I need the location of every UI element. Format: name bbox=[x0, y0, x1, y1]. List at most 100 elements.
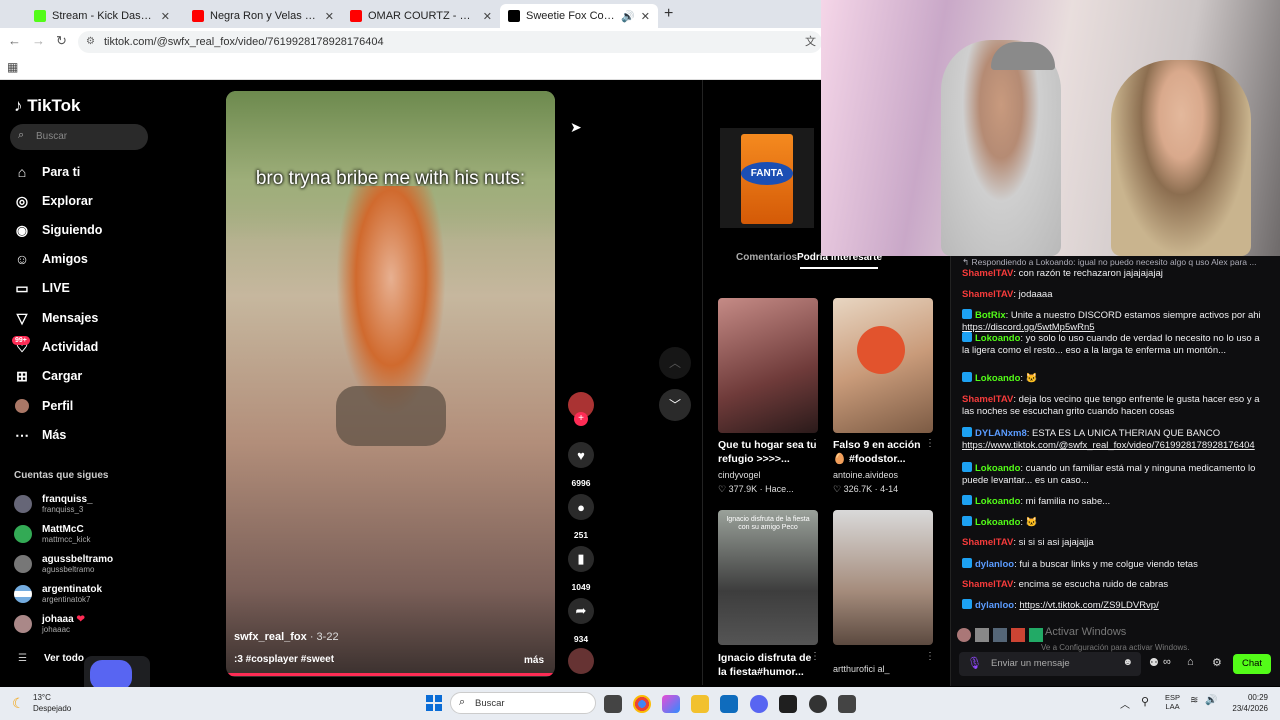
previous-video-button[interactable]: ︿ bbox=[659, 347, 691, 379]
copilot-icon[interactable] bbox=[662, 695, 680, 713]
chat-send-button[interactable]: Chat bbox=[1233, 654, 1271, 674]
recommended-video-thumbnail[interactable] bbox=[833, 510, 933, 645]
ad-banner[interactable]: FANTA bbox=[720, 128, 814, 228]
nav-mas[interactable]: ⋯ Más bbox=[14, 427, 66, 443]
translate-icon[interactable]: 文 bbox=[805, 31, 816, 53]
card-options-icon[interactable]: ⋮ bbox=[810, 438, 820, 449]
new-tab-button[interactable]: + bbox=[664, 5, 673, 23]
mute-tab-icon[interactable]: 🔊 bbox=[621, 10, 635, 23]
chat-username[interactable]: ShamelTAV bbox=[962, 537, 1013, 548]
chat-username[interactable]: Lokoando bbox=[975, 517, 1020, 528]
chat-username[interactable]: ShamelTAV bbox=[962, 394, 1013, 405]
close-tab-icon[interactable]: ✕ bbox=[483, 10, 492, 23]
file-explorer-icon[interactable] bbox=[691, 695, 709, 713]
sound-disc-button[interactable] bbox=[568, 648, 594, 674]
video-author[interactable]: swfx_real_fox · 3-22 bbox=[234, 631, 339, 643]
site-info-icon[interactable]: ⚙ bbox=[86, 31, 95, 53]
card-options-icon[interactable]: ⋮ bbox=[925, 651, 935, 662]
tray-app-icon[interactable]: ⚲ bbox=[1141, 695, 1149, 708]
emoji-icon[interactable]: ☻ bbox=[1122, 657, 1133, 668]
chat-username[interactable]: ShamelTAV bbox=[962, 289, 1013, 300]
following-account[interactable]: argentinatok argentinatok7 bbox=[14, 584, 102, 604]
emote-icon[interactable] bbox=[957, 628, 971, 642]
apps-grid-icon[interactable]: ▦ bbox=[7, 60, 18, 74]
browser-tab-tiktok[interactable]: Sweetie Fox Cosplay - A Sw 🔊 ✕ bbox=[500, 4, 658, 28]
recommended-video-thumbnail[interactable]: Ignacio disfruta de la fiesta con su ami… bbox=[718, 510, 818, 645]
search-input[interactable]: ⌕ Buscar bbox=[10, 124, 148, 150]
save-button[interactable]: ▮ 1049 bbox=[568, 546, 594, 592]
video-player[interactable]: bro tryna bribe me with his nuts: swfx_r… bbox=[226, 91, 555, 677]
comment-button[interactable]: ● 251 bbox=[568, 494, 594, 540]
emote-icon[interactable] bbox=[993, 628, 1007, 642]
nav-siguiendo[interactable]: ◉ Siguiendo bbox=[14, 222, 103, 238]
creator-avatar-button[interactable]: + bbox=[568, 392, 594, 426]
next-video-button[interactable]: ﹀ bbox=[659, 389, 691, 421]
clock[interactable]: 00:29 23/4/2026 bbox=[1220, 692, 1268, 714]
taskbar-search[interactable]: ⌕ Buscar bbox=[450, 692, 596, 714]
follow-plus-icon[interactable]: + bbox=[574, 412, 588, 426]
store-icon[interactable]: ⌂ bbox=[1187, 656, 1194, 668]
recommended-video-title[interactable]: Ignacio disfruta de la fiesta#humor... bbox=[718, 651, 818, 679]
recommended-video-thumbnail[interactable] bbox=[718, 298, 818, 433]
emote-icon[interactable] bbox=[1029, 628, 1043, 642]
chat-username[interactable]: BotRix bbox=[975, 310, 1006, 321]
chat-username[interactable]: ShamelTAV bbox=[962, 268, 1013, 279]
emote-icon[interactable] bbox=[975, 628, 989, 642]
app-icon[interactable] bbox=[809, 695, 827, 713]
chat-username[interactable]: dylanloo bbox=[975, 600, 1014, 611]
recommended-video-title[interactable]: Que tu hogar sea tu refugio >>>>... bbox=[718, 438, 818, 466]
see-all-link[interactable]: Ver todo bbox=[44, 653, 84, 664]
language-indicator[interactable]: ESP LAA bbox=[1165, 693, 1180, 711]
share-button[interactable]: ➦ 934 bbox=[568, 598, 594, 644]
nav-cargar[interactable]: ⊞ Cargar bbox=[14, 368, 82, 384]
card-options-icon[interactable]: ⋮ bbox=[810, 651, 820, 662]
following-account[interactable]: agussbeltramo agussbeltramo bbox=[14, 554, 113, 574]
video-tags[interactable]: :3 #cosplayer #sweet bbox=[234, 654, 334, 665]
forward-icon[interactable]: → bbox=[32, 33, 45, 48]
browser-tab-youtube-1[interactable]: Negra Ron y Velas - YouTube ✕ bbox=[184, 4, 342, 28]
chat-username[interactable]: ShamelTAV bbox=[962, 579, 1013, 590]
like-button[interactable]: ♥ 6996 bbox=[568, 442, 594, 488]
tray-chevron-icon[interactable]: ︿ bbox=[1120, 696, 1130, 711]
chat-username[interactable]: dylanloo bbox=[975, 559, 1014, 570]
microphone-icon[interactable]: 🎙 bbox=[967, 656, 982, 670]
chat-username[interactable]: DYLANxm8 bbox=[975, 428, 1027, 439]
emote-icon[interactable] bbox=[1011, 628, 1025, 642]
windows-start-icon[interactable] bbox=[426, 695, 442, 711]
chat-link[interactable]: https://vt.tiktok.com/ZS9LDVRvp/ bbox=[1019, 600, 1158, 611]
chrome-icon[interactable] bbox=[633, 695, 651, 713]
chat-input[interactable]: 🎙 Enviar un mensaje ☻ bbox=[959, 652, 1141, 676]
recommended-video-author[interactable]: cindyvogel bbox=[718, 470, 761, 480]
nav-mensajes[interactable]: ▽ Mensajes bbox=[14, 310, 99, 326]
weather-desc[interactable]: Despejado bbox=[33, 704, 71, 713]
users-icon[interactable]: ⚉ bbox=[1149, 656, 1159, 669]
store-icon[interactable] bbox=[720, 695, 738, 713]
video-progress-bar[interactable] bbox=[226, 673, 555, 676]
reload-icon[interactable]: ↻ bbox=[56, 33, 67, 49]
nav-perfil[interactable]: Perfil bbox=[14, 398, 73, 414]
app-icon[interactable] bbox=[838, 695, 856, 713]
tiktok-logo[interactable]: ♪ TikTok bbox=[14, 96, 80, 116]
chat-link[interactable]: https://www.tiktok.com/@swfx_real_fox/vi… bbox=[962, 440, 1255, 451]
following-account[interactable]: johaaa ❤ johaaac bbox=[14, 614, 85, 634]
close-tab-icon[interactable]: ✕ bbox=[161, 10, 170, 23]
nav-para-ti[interactable]: ⌂ Para ti bbox=[14, 164, 80, 180]
browser-tab-youtube-2[interactable]: OMAR COURTZ - ESO ES UN V ✕ bbox=[342, 4, 500, 28]
card-options-icon[interactable]: ⋮ bbox=[925, 438, 935, 449]
tab-comments[interactable]: Comentarios bbox=[736, 252, 797, 263]
back-icon[interactable]: ← bbox=[8, 33, 21, 48]
obs-icon[interactable] bbox=[779, 695, 797, 713]
nav-explorar[interactable]: ◎ Explorar bbox=[14, 193, 93, 209]
task-view-icon[interactable] bbox=[604, 695, 622, 713]
chat-username[interactable]: Lokoando bbox=[975, 463, 1020, 474]
browser-tab-kick[interactable]: Stream - Kick Dashboard ✕ bbox=[26, 4, 178, 28]
close-tab-icon[interactable]: ✕ bbox=[325, 10, 334, 23]
url-input[interactable]: ⚙ tiktok.com/@swfx_real_fox/video/761992… bbox=[78, 31, 822, 53]
video-more-link[interactable]: más bbox=[524, 655, 544, 666]
infinity-icon[interactable]: ∞ bbox=[1163, 656, 1171, 668]
recommended-video-thumbnail[interactable] bbox=[833, 298, 933, 433]
wifi-icon[interactable]: ≋ bbox=[1190, 695, 1198, 706]
chat-username[interactable]: Lokoando bbox=[975, 373, 1020, 384]
following-account[interactable]: franquiss_ franquiss_3 bbox=[14, 494, 93, 514]
weather-temp[interactable]: 13°C bbox=[33, 693, 51, 702]
